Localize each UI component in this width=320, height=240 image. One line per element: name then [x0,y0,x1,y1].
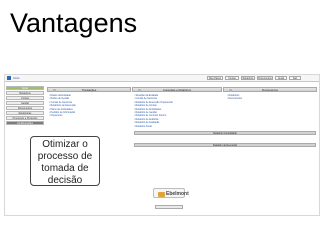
links-column-middle: Situação da Entidade Contas de Gerência … [134,94,173,128]
panel-title: Consultas e Relatórios [162,88,192,92]
breadcrumb-item[interactable]: Início [13,76,20,80]
sidebar: Início Relatórios Contas Gestão Document… [5,86,45,136]
sidebar-item-reports[interactable]: Relatórios [6,91,44,95]
info-header: Relatório Consolidado [134,131,316,135]
sidebar-item-accounts[interactable]: Contas [6,96,44,100]
toolbar-button-2[interactable]: Contas [225,76,239,80]
toolbar-button-3[interactable]: Relatórios [241,76,255,80]
info-header: Relatório de Execução [134,143,316,147]
sidebar-item-processes[interactable]: Processos e Projectos [6,116,44,120]
panel-icon [229,88,232,92]
panel-header-documents: Documentos [223,87,317,92]
link-item[interactable]: Documentos [227,97,242,100]
toolbar-button-1[interactable]: Meu Painel [207,76,223,80]
link-item[interactable]: Orçamento [49,114,76,117]
panel-title: Documentos [262,88,278,92]
portal-top-bar: Início Meu Painel Contas Relatórios Docu… [5,75,319,82]
toolbar-button-5[interactable]: Ajuda [275,76,287,80]
link-item[interactable]: Relatório Anual [134,125,173,128]
toolbar-button-4[interactable]: Documentos [257,76,273,80]
panel-icon [138,88,141,92]
panel-title: Transações [81,88,97,92]
panel-header-transactions: Transações [47,87,131,92]
panel-icon [53,88,56,92]
callout-box: Otimizar o processo de tomada de decisão [30,136,100,186]
partner-logo [155,205,183,209]
logo-mark-icon [158,191,165,197]
logo-text: Ebelmont [166,191,189,197]
sidebar-item-documents[interactable]: Documentos [6,106,44,110]
slide-title: Vantagens [10,8,138,38]
sidebar-item-management[interactable]: Gestão [6,101,44,105]
sidebar-item-statistics[interactable]: Estatísticas [6,111,44,115]
links-column-right: Relatórios Documentos [227,94,242,101]
sidebar-item-settings[interactable]: Configurações [6,121,44,125]
panel-header-queries: Consultas e Relatórios [132,87,222,92]
company-logo: Ebelmont [153,188,189,198]
home-icon[interactable] [7,76,11,80]
sidebar-item-home[interactable]: Início [6,86,44,90]
toolbar-button-6[interactable]: Sair [289,76,301,80]
links-column-left: Dados da Entidade Dados de Gestão Contas… [49,94,76,118]
